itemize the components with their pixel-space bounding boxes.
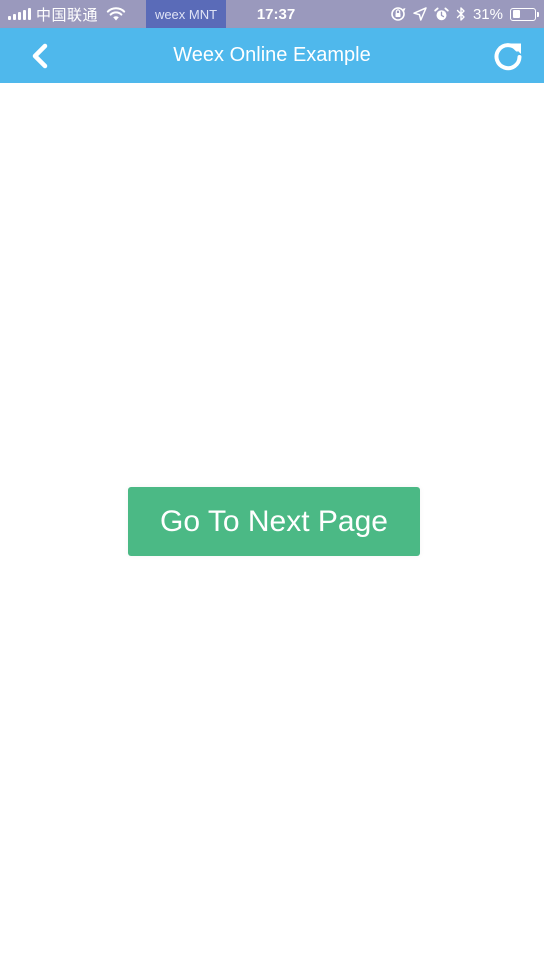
- status-right: 31%: [390, 0, 539, 28]
- status-bar: 中国联通 weex MNT 17:37 31%: [0, 0, 544, 28]
- main-content: Go To Next Page: [0, 83, 544, 960]
- signal-icon: [8, 8, 31, 20]
- go-to-next-page-button[interactable]: Go To Next Page: [128, 487, 420, 556]
- page-title: Weex Online Example: [173, 44, 371, 66]
- wifi-icon: [106, 7, 126, 21]
- battery-tip: [537, 11, 539, 17]
- refresh-icon: [494, 43, 522, 71]
- alarm-icon: [434, 7, 449, 20]
- app-badge-label: weex MNT: [154, 6, 218, 22]
- nav-bar: Weex Online Example: [0, 28, 544, 83]
- chevron-left-icon: [32, 43, 48, 69]
- location-icon: [413, 7, 427, 21]
- app-badge[interactable]: weex MNT: [146, 0, 226, 28]
- bluetooth-icon: [456, 7, 465, 21]
- status-time: 17:37: [256, 5, 296, 23]
- orientation-lock-icon: [391, 7, 406, 21]
- app-screen: 中国联通 weex MNT 17:37 31% Weex Online Exam…: [0, 0, 544, 960]
- status-left: 中国联通: [8, 0, 126, 28]
- battery-icon: [510, 7, 539, 21]
- back-button[interactable]: [20, 36, 60, 76]
- battery-percent: 31%: [472, 5, 503, 23]
- battery-level: [512, 10, 520, 18]
- refresh-button[interactable]: [488, 36, 528, 76]
- carrier-name: 中国联通: [36, 6, 99, 24]
